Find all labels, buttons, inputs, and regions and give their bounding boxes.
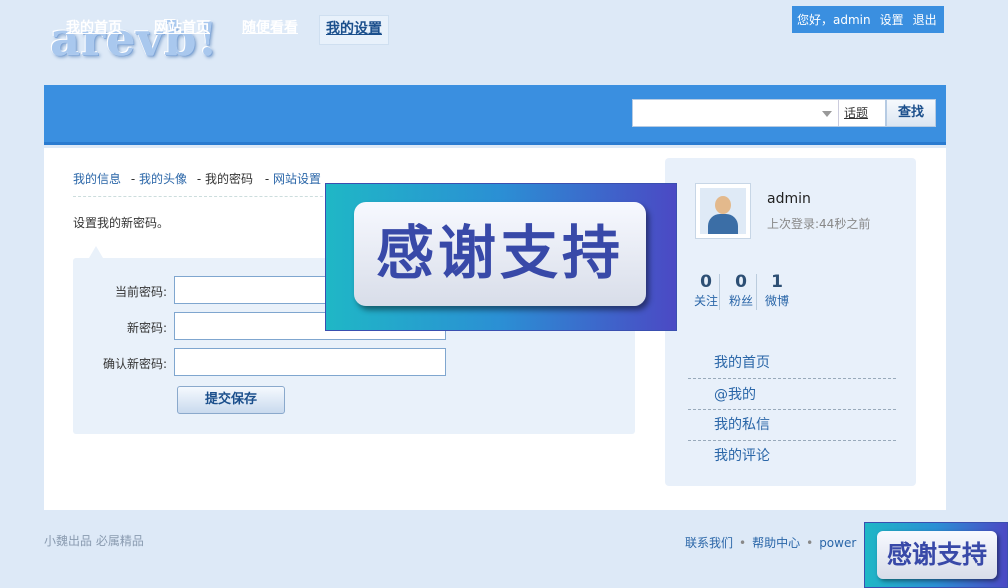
tab-my-password[interactable]: 我的密码	[205, 172, 253, 186]
stat-number: 0	[700, 272, 712, 292]
tab-my-info[interactable]: 我的信息	[73, 172, 121, 186]
confirm-password-label: 确认新密码:	[102, 357, 167, 371]
footer-powered-link[interactable]: power	[819, 536, 856, 550]
pointer-arrow	[89, 246, 103, 258]
stat-following[interactable]: 0 关注	[694, 272, 718, 309]
divider	[688, 440, 896, 441]
avatar[interactable]	[695, 183, 751, 239]
stat-divider	[719, 274, 720, 310]
nav-browse[interactable]: 随便看看	[236, 15, 304, 45]
tab-site-settings[interactable]: 网站设置	[273, 172, 321, 186]
new-password-label: 新密码:	[126, 321, 167, 335]
footer-help-link[interactable]: 帮助中心	[752, 536, 800, 550]
confirm-password-field[interactable]	[174, 348, 446, 376]
logout-link[interactable]: 退出	[913, 11, 937, 28]
search-input[interactable]: 话题	[632, 99, 886, 127]
banner-text: 感谢支持	[354, 202, 646, 306]
banner-text: 感谢支持	[877, 531, 997, 579]
divider	[73, 196, 333, 197]
side-link-my-home[interactable]: 我的首页	[714, 352, 770, 372]
thanks-banner-large: 感谢支持	[325, 183, 677, 331]
stat-followers[interactable]: 0 粉丝	[729, 272, 753, 309]
side-link-comments[interactable]: 我的评论	[714, 445, 770, 465]
last-login: 上次登录:44秒之前	[767, 217, 871, 231]
stat-divider	[756, 274, 757, 310]
stat-number: 1	[771, 272, 783, 292]
side-link-messages[interactable]: 我的私信	[714, 414, 770, 434]
submit-button[interactable]: 提交保存	[177, 386, 285, 414]
tab-separator: -	[196, 172, 202, 186]
search-button[interactable]: 查找	[886, 99, 936, 127]
settings-link[interactable]: 设置	[880, 11, 904, 28]
side-link-mentions[interactable]: @我的	[714, 384, 756, 404]
user-bar: 您好，admin 设置 退出	[792, 6, 944, 33]
user-icon	[700, 188, 746, 234]
chevron-down-icon[interactable]	[822, 111, 832, 117]
stat-number: 0	[735, 272, 747, 292]
divider	[688, 378, 896, 379]
footer-contact-link[interactable]: 联系我们	[685, 536, 733, 550]
tab-separator: -	[130, 172, 136, 186]
footer-credit: 小魏出品 必属精品	[44, 534, 144, 548]
stat-posts[interactable]: 1 微博	[765, 272, 789, 309]
tab-my-avatar[interactable]: 我的头像	[139, 172, 187, 186]
stat-label: 关注	[694, 294, 719, 308]
nav-my-settings[interactable]: 我的设置	[319, 15, 389, 45]
tab-separator: -	[264, 172, 270, 186]
settings-tabs: 我的信息 - 我的头像 - 我的密码 - 网站设置	[73, 170, 321, 187]
greeting-link[interactable]: 您好，admin	[797, 11, 871, 28]
page-hint: 设置我的新密码。	[73, 216, 170, 230]
thanks-banner-small: 感谢支持	[864, 522, 1008, 588]
profile-username[interactable]: admin	[767, 191, 811, 207]
nav-my-home[interactable]: 我的首页	[60, 15, 128, 45]
footer-links: 联系我们 • 帮助中心 • power	[685, 536, 857, 550]
current-password-label: 当前密码:	[114, 285, 167, 299]
divider	[688, 409, 896, 410]
stat-label: 粉丝	[729, 294, 754, 308]
nav-site-home[interactable]: 网站首页	[148, 15, 216, 45]
search-scope-topic[interactable]: 话题	[838, 100, 868, 126]
stat-label: 微博	[765, 294, 790, 308]
